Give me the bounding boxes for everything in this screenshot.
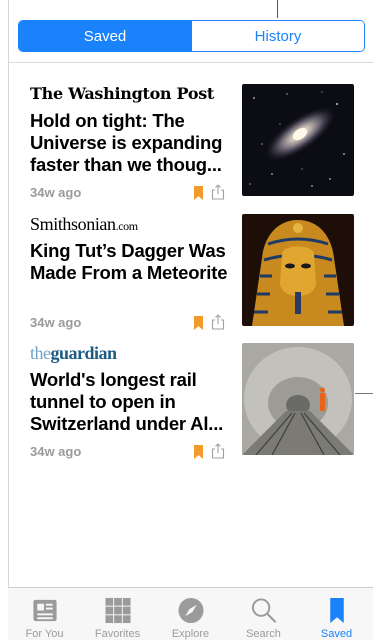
- tab-bar: For You Favorites Explore Search Saved: [8, 587, 373, 640]
- article-headline[interactable]: Hold on tight: The Universe is expanding…: [30, 110, 228, 176]
- article-meta: 34w ago: [30, 443, 228, 461]
- grid-icon: [104, 597, 131, 624]
- share-icon[interactable]: [211, 184, 225, 200]
- galaxy-image: [242, 84, 354, 196]
- rail-tunnel-image: [242, 343, 354, 455]
- newspaper-icon: [32, 599, 57, 622]
- right-connector-line: [355, 393, 373, 394]
- tab-label: Explore: [171, 628, 210, 640]
- publisher-logo: theguardian: [30, 343, 117, 363]
- tab-saved[interactable]: Saved: [300, 588, 373, 640]
- tab-for-you[interactable]: For You: [8, 588, 81, 640]
- left-edge-line: [8, 0, 9, 639]
- segment-saved[interactable]: Saved: [19, 21, 191, 51]
- top-connector-line: [277, 0, 278, 18]
- article-age: 34w ago: [30, 444, 82, 459]
- tab-label: Saved: [320, 628, 353, 640]
- article-item[interactable]: Smithsonian.com King Tut’s Dagger Was Ma…: [30, 214, 355, 332]
- tab-search[interactable]: Search: [227, 588, 300, 640]
- share-icon[interactable]: [211, 443, 225, 459]
- saved-history-segmented-control: Saved History: [18, 20, 365, 52]
- bookmark-icon: [329, 597, 344, 624]
- tab-label: For You: [25, 628, 64, 640]
- article-meta: 34w ago: [30, 314, 228, 332]
- article-meta: 34w ago: [30, 184, 228, 202]
- header-divider: [8, 62, 373, 63]
- article-age: 34w ago: [30, 185, 82, 200]
- bookmark-icon[interactable]: [194, 445, 203, 459]
- bookmark-icon[interactable]: [194, 316, 203, 330]
- article-headline[interactable]: King Tut’s Dagger Was Made From a Meteor…: [30, 240, 228, 284]
- article-item[interactable]: theguardian World's longest rail tunnel …: [30, 343, 355, 461]
- tab-label: Favorites: [94, 628, 141, 640]
- publisher-logo: The Washington Post: [30, 84, 215, 103]
- magnifier-icon: [251, 598, 276, 623]
- share-icon[interactable]: [211, 314, 225, 330]
- article-age: 34w ago: [30, 315, 82, 330]
- compass-icon: [177, 597, 204, 624]
- bookmark-icon[interactable]: [194, 186, 203, 200]
- article-item[interactable]: The Washington Post Hold on tight: The U…: [30, 84, 355, 202]
- publisher-name: Smithsonian: [30, 214, 116, 234]
- publisher-name: guardian: [50, 343, 118, 363]
- publisher-prefix: the: [30, 343, 51, 363]
- segment-history[interactable]: History: [191, 21, 364, 51]
- publisher-domain: .com: [115, 219, 138, 233]
- tab-favorites[interactable]: Favorites: [81, 588, 154, 640]
- article-headline[interactable]: World's longest rail tunnel to open in S…: [30, 369, 228, 435]
- tab-label: Search: [246, 628, 281, 640]
- publisher-logo: Smithsonian.com: [30, 214, 138, 234]
- tutankhamun-mask-image: [242, 214, 354, 326]
- tab-explore[interactable]: Explore: [154, 588, 227, 640]
